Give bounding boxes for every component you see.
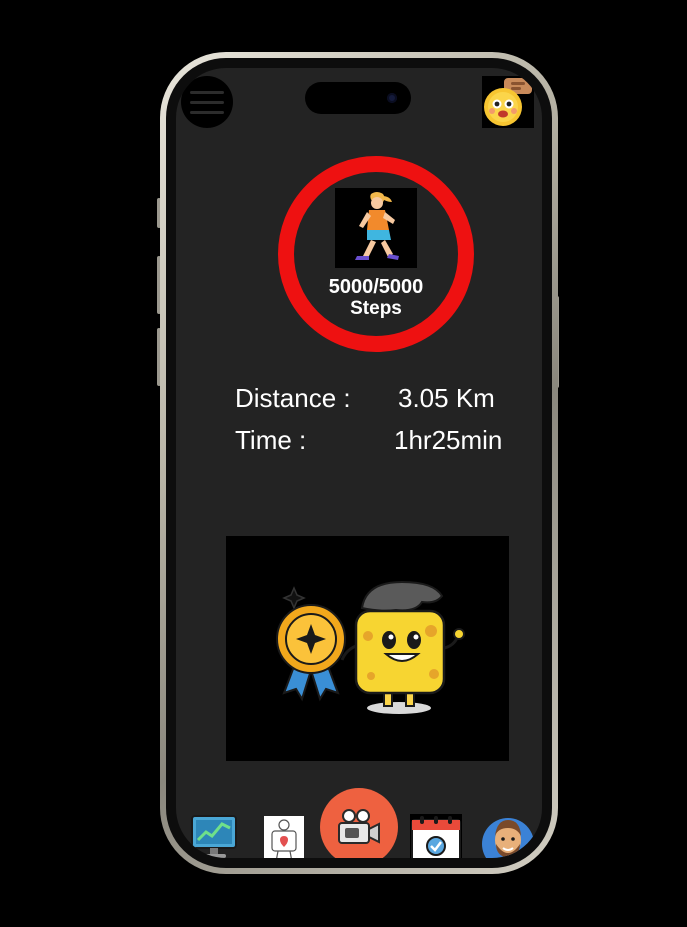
distance-value: 3.05 Km bbox=[398, 383, 495, 413]
steps-count: 5000/5000 bbox=[328, 276, 424, 298]
time-label: Time : bbox=[235, 425, 307, 455]
reward-medal-illustration bbox=[226, 536, 509, 761]
front-camera bbox=[387, 93, 397, 103]
phone-frame: 5000/5000 Steps Distance : 3.05 Km Time … bbox=[160, 52, 558, 874]
steps-progress-ring: 5000/5000 Steps bbox=[278, 156, 474, 352]
map-pin-icon[interactable] bbox=[264, 816, 304, 858]
app-screen: 5000/5000 Steps Distance : 3.05 Km Time … bbox=[176, 68, 542, 858]
dynamic-island bbox=[305, 82, 411, 114]
walking-person-icon bbox=[335, 188, 417, 268]
stats-monitor-icon[interactable] bbox=[190, 814, 238, 858]
profile-avatar-icon[interactable] bbox=[480, 814, 536, 858]
calendar-check-icon[interactable] bbox=[410, 814, 462, 858]
distance-label: Distance : bbox=[235, 383, 351, 413]
time-value: 1hr25min bbox=[394, 425, 503, 455]
chat-mascot-icon[interactable] bbox=[482, 76, 534, 128]
phone-bezel: 5000/5000 Steps Distance : 3.05 Km Time … bbox=[166, 58, 552, 868]
hamburger-menu-icon[interactable] bbox=[181, 76, 233, 128]
video-camera-icon[interactable] bbox=[320, 788, 398, 858]
steps-label: Steps bbox=[350, 298, 402, 319]
